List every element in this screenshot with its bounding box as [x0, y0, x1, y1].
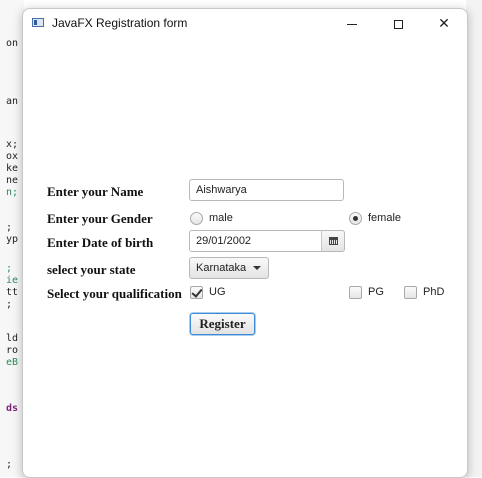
minimize-icon	[347, 23, 357, 25]
code-fragment: ro	[6, 345, 19, 356]
code-fragment: on	[6, 38, 19, 49]
name-input[interactable]: Aishwarya	[189, 179, 344, 201]
code-fragment: ;	[6, 459, 13, 470]
code-fragment: ;	[6, 263, 13, 274]
java-app-icon	[32, 18, 44, 27]
state-select[interactable]: Karnataka	[189, 257, 269, 279]
qualification-ug-label[interactable]: UG	[209, 286, 226, 298]
code-fragment: ld	[6, 333, 19, 344]
dob-label: Enter Date of birth	[47, 235, 154, 250]
gender-male-label[interactable]: male	[209, 212, 233, 224]
qualification-phd-checkbox[interactable]	[404, 286, 417, 299]
state-select-value: Karnataka	[196, 262, 247, 274]
qualification-ug-checkbox[interactable]	[190, 286, 203, 299]
code-fragment: eB	[6, 357, 19, 368]
code-fragment: yp	[6, 234, 19, 245]
date-picker-button[interactable]	[321, 230, 345, 252]
gender-female-radio[interactable]	[349, 212, 362, 225]
form-content: Enter your Name Aishwarya Enter your Gen…	[23, 39, 467, 477]
qualification-pg-label[interactable]: PG	[368, 286, 384, 298]
register-button[interactable]: Register	[190, 313, 255, 335]
maximize-button[interactable]	[375, 9, 421, 39]
background-editor: on an x; ox ke ne n; ; yp ; ie tt ; ld r…	[0, 0, 24, 477]
chevron-down-icon	[253, 266, 261, 270]
name-label: Enter your Name	[47, 184, 144, 199]
code-fragment: an	[6, 96, 19, 107]
gender-male-radio[interactable]	[190, 212, 203, 225]
code-fragment: ie	[6, 275, 19, 286]
dob-input[interactable]: 29/01/2002	[189, 230, 322, 252]
qualification-label: Select your qualification	[47, 286, 182, 301]
title-bar[interactable]: JavaFX Registration form ✕	[23, 9, 467, 39]
close-icon: ✕	[438, 16, 450, 32]
code-fragment: tt	[6, 287, 19, 298]
code-fragment: ;	[6, 222, 13, 233]
code-fragment: ;	[6, 299, 13, 310]
calendar-icon	[329, 237, 338, 245]
code-fragment: ox	[6, 151, 19, 162]
gender-label: Enter your Gender	[47, 211, 153, 226]
qualification-pg-checkbox[interactable]	[349, 286, 362, 299]
code-fragment: x;	[6, 139, 19, 150]
code-fragment: n;	[6, 187, 19, 198]
gender-female-label[interactable]: female	[368, 212, 401, 224]
code-fragment: ds	[6, 403, 19, 414]
close-button[interactable]: ✕	[421, 9, 467, 39]
qualification-phd-label[interactable]: PhD	[423, 286, 444, 298]
registration-window: JavaFX Registration form ✕ Enter your Na…	[22, 8, 468, 478]
maximize-icon	[393, 19, 403, 29]
window-title: JavaFX Registration form	[52, 16, 188, 30]
code-fragment: ne	[6, 175, 19, 186]
minimize-button[interactable]	[329, 9, 375, 39]
code-fragment: ke	[6, 163, 19, 174]
background-scrollbar-area	[466, 0, 482, 477]
state-label: select your state	[47, 262, 136, 277]
